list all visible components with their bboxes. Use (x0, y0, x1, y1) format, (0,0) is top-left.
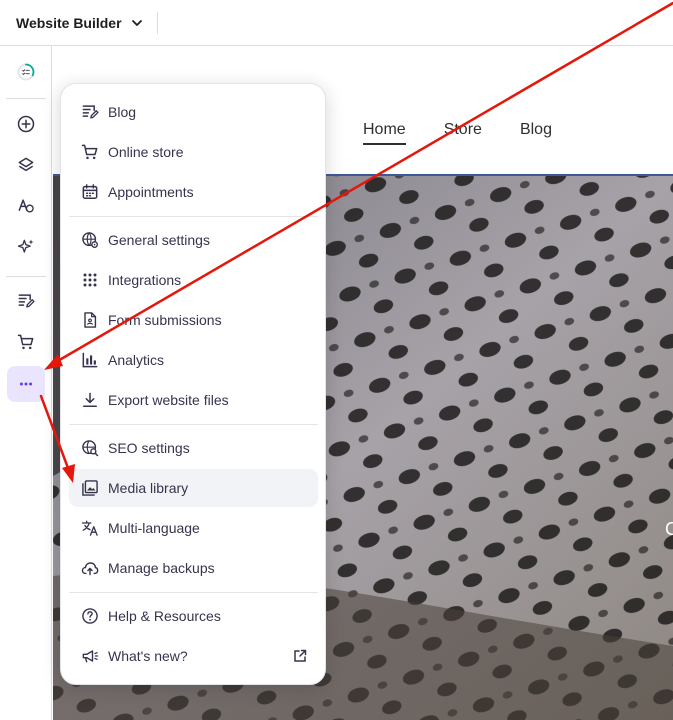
megaphone-icon (80, 646, 100, 666)
menu-item-label: Analytics (108, 352, 165, 368)
progress-checklist-icon (17, 63, 35, 81)
menu-item-label: What's new? (108, 648, 188, 664)
menu-item-label: SEO settings (108, 440, 190, 456)
styles-button[interactable] (7, 188, 45, 224)
cart-icon (80, 142, 100, 162)
bar-chart-icon (80, 350, 100, 370)
sidebar-divider (6, 276, 46, 277)
menu-item-label: Appointments (108, 184, 194, 200)
menu-item-manage-backups[interactable]: Manage backups (69, 549, 318, 587)
sparkles-icon (17, 239, 34, 253)
cart-icon (17, 334, 34, 350)
menu-item-label: Help & Resources (108, 608, 221, 624)
menu-item-label: Multi-language (108, 520, 200, 536)
site-navigation: Home Store Blog (363, 121, 552, 145)
more-options-menu: Blog Online store Appointments General s… (60, 83, 326, 685)
menu-divider (69, 592, 318, 593)
app-title: Website Builder (16, 14, 122, 31)
menu-divider (69, 216, 318, 217)
blog-button[interactable] (7, 283, 45, 319)
hero-heading-partial: C (665, 519, 673, 539)
seo-search-icon (80, 438, 100, 458)
blog-icon (80, 102, 100, 122)
more-options-button[interactable] (7, 366, 45, 402)
more-dots-icon (19, 382, 33, 386)
menu-item-export-website-files[interactable]: Export website files (69, 381, 318, 419)
blog-icon (18, 294, 35, 308)
menu-item-label: General settings (108, 232, 210, 248)
add-element-button[interactable] (7, 106, 45, 142)
menu-item-blog[interactable]: Blog (69, 93, 318, 131)
globe-gear-icon (80, 230, 100, 250)
grid-dots-icon (80, 270, 100, 290)
menu-item-appointments[interactable]: Appointments (69, 173, 318, 211)
external-link-icon (294, 649, 307, 662)
document-icon (80, 310, 100, 330)
menu-item-label: Blog (108, 104, 137, 120)
menu-item-label: Media library (108, 480, 189, 496)
menu-item-help-resources[interactable]: Help & Resources (69, 597, 318, 635)
menu-divider (69, 424, 318, 425)
menu-item-multi-language[interactable]: Multi-language (69, 509, 318, 547)
menu-item-form-submissions[interactable]: Form submissions (69, 301, 318, 339)
layers-icon (18, 157, 34, 172)
sidebar-divider (6, 98, 46, 99)
menu-item-seo-settings[interactable]: SEO settings (69, 429, 318, 467)
menu-item-label: Export website files (108, 392, 229, 408)
cloud-upload-icon (80, 558, 100, 578)
chevron-down-icon (131, 19, 142, 26)
menu-item-label: Integrations (108, 272, 182, 288)
menu-item-general-settings[interactable]: General settings (69, 221, 318, 259)
site-nav-blog[interactable]: Blog (520, 121, 552, 145)
image-library-icon (80, 478, 100, 498)
help-icon (80, 606, 100, 626)
download-icon (80, 390, 100, 410)
top-bar: Website Builder (0, 0, 673, 46)
calendar-icon (80, 182, 100, 202)
menu-item-label: Manage backups (108, 560, 215, 576)
layers-button[interactable] (7, 147, 45, 183)
app-switcher[interactable]: Website Builder (0, 0, 144, 45)
menu-item-integrations[interactable]: Integrations (69, 261, 318, 299)
menu-item-media-library[interactable]: Media library (69, 469, 318, 507)
ai-tools-button[interactable] (7, 229, 45, 265)
topbar-divider (157, 12, 158, 34)
site-nav-home[interactable]: Home (363, 121, 406, 145)
menu-item-online-store[interactable]: Online store (69, 133, 318, 171)
menu-item-label: Form submissions (108, 312, 222, 328)
menu-item-label: Online store (108, 144, 184, 160)
left-sidebar (0, 46, 52, 720)
menu-item-whats-new[interactable]: What's new? (69, 637, 318, 675)
menu-item-analytics[interactable]: Analytics (69, 341, 318, 379)
translate-icon (80, 518, 100, 538)
plus-circle-icon (17, 115, 35, 133)
site-nav-store[interactable]: Store (444, 121, 482, 145)
text-palette-icon (18, 199, 34, 213)
store-button[interactable] (7, 324, 45, 360)
progress-checklist-button[interactable] (7, 54, 45, 90)
